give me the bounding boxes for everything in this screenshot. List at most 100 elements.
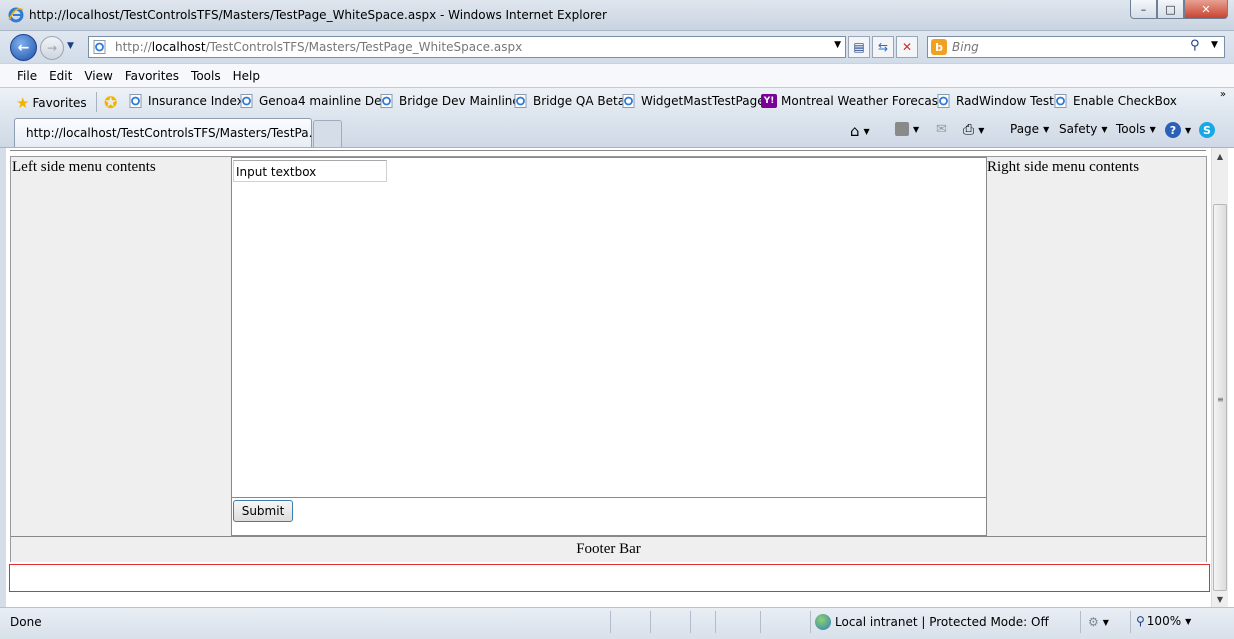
ie-page-icon <box>380 94 393 108</box>
favorite-link-widgetmast[interactable]: WidgetMastTestPage <box>622 94 765 108</box>
status-separator <box>810 611 811 633</box>
forward-arrow-icon: → <box>46 41 58 55</box>
tab-label: http://localhost/TestControlsTFS/Masters… <box>26 126 321 140</box>
skype-button[interactable]: S <box>1199 122 1215 138</box>
favorites-button[interactable]: ★ Favorites <box>16 94 87 112</box>
center-divider <box>232 497 986 498</box>
compatibility-icon: ▤ <box>853 40 865 54</box>
print-button[interactable]: ⎙ ▼ <box>963 122 984 138</box>
stop-button[interactable]: ✕ <box>896 36 918 58</box>
ie-page-icon <box>129 94 142 108</box>
favorite-link-insurance-index[interactable]: Insurance Index <box>129 94 244 108</box>
scrollbar-thumb[interactable]: ≡ <box>1213 204 1227 591</box>
favorite-link-bridge-qa[interactable]: Bridge QA Beta <box>514 94 625 108</box>
status-separator <box>760 611 761 633</box>
favorite-link-montreal-weather[interactable]: Y! Montreal Weather Forecas... <box>761 94 949 108</box>
help-button[interactable]: ? ▼ <box>1165 122 1191 138</box>
scroll-down-icon[interactable]: ▼ <box>1212 591 1228 607</box>
status-separator <box>690 611 691 633</box>
ie-page-icon <box>240 94 253 108</box>
yahoo-icon: Y! <box>761 94 777 108</box>
menu-tools[interactable]: Tools <box>191 69 221 83</box>
window-controls: – □ ✕ <box>1130 0 1228 20</box>
safety-menu-button[interactable]: Safety ▼ <box>1059 122 1108 136</box>
status-separator <box>1080 611 1081 633</box>
tab-current[interactable]: http://localhost/TestControlsTFS/Masters… <box>14 118 320 147</box>
bing-icon: b <box>931 39 947 55</box>
vertical-scrollbar[interactable]: ▲ ≡ ▼ <box>1211 148 1228 607</box>
chevron-down-icon: ▼ <box>1102 617 1109 627</box>
minimize-button[interactable]: – <box>1130 0 1157 19</box>
refresh-button[interactable]: ⇆ <box>872 36 894 58</box>
title-bar: http://localhost/TestControlsTFS/Masters… <box>0 0 1234 31</box>
search-icon[interactable]: ⚲ <box>1190 38 1200 53</box>
maximize-button[interactable]: □ <box>1157 0 1184 19</box>
menu-view[interactable]: View <box>84 69 112 83</box>
protected-mode-button[interactable]: ⚙ ▼ <box>1088 615 1109 629</box>
shield-icon: ⚙ <box>1088 615 1099 629</box>
mail-icon: ✉ <box>936 122 947 137</box>
status-separator <box>610 611 611 633</box>
page-menu-button[interactable]: Page ▼ <box>1010 122 1049 136</box>
footer-bar: Footer Bar <box>11 536 1206 562</box>
favorite-link-radwindow[interactable]: RadWindow Test <box>937 94 1054 108</box>
star-icon: ★ <box>16 94 30 112</box>
content-top-rule <box>10 150 1206 151</box>
favorite-link-enable-checkbox[interactable]: Enable CheckBox <box>1054 94 1177 108</box>
favorite-link-bridge-dev[interactable]: Bridge Dev Mainline <box>380 94 520 108</box>
chevron-down-icon: ▼ <box>913 124 920 134</box>
zoom-icon: ⚲ <box>1136 614 1145 628</box>
chevron-down-icon: ▼ <box>863 126 870 136</box>
tab-bar: http://localhost/TestControlsTFS/Masters… <box>0 115 1234 148</box>
tools-menu-button[interactable]: Tools ▼ <box>1116 122 1156 136</box>
submit-button[interactable]: Submit <box>233 500 293 522</box>
chevron-more-icon[interactable]: » <box>1220 89 1226 100</box>
favorite-link-genoa4[interactable]: Genoa4 mainline Dev <box>240 94 389 108</box>
scroll-up-icon[interactable]: ▲ <box>1212 148 1228 164</box>
menu-bar: File Edit View Favorites Tools Help <box>0 63 1234 87</box>
status-separator <box>1130 611 1131 633</box>
left-side-menu: Left side menu contents <box>11 157 232 536</box>
status-text: Done <box>10 615 42 629</box>
new-tab-button[interactable] <box>313 120 342 147</box>
ie-page-icon <box>514 94 527 108</box>
search-options-dropdown[interactable]: ▼ <box>1211 40 1218 50</box>
ie-page-icon <box>93 40 106 54</box>
menu-file[interactable]: File <box>17 69 37 83</box>
close-button[interactable]: ✕ <box>1184 0 1228 19</box>
forward-button[interactable]: → <box>40 36 64 60</box>
help-icon: ? <box>1165 122 1181 138</box>
chevron-down-icon: ▼ <box>978 125 985 135</box>
grip-icon: ≡ <box>1217 395 1224 404</box>
input-textbox[interactable] <box>233 160 387 182</box>
refresh-icon: ⇆ <box>877 40 889 54</box>
chevron-down-icon: ▼ <box>1149 124 1156 134</box>
back-button[interactable]: ← <box>10 34 37 61</box>
navigation-bar: ← → ▼ http://localhost/TestControlsTFS/M… <box>0 31 1234 63</box>
back-arrow-icon: ← <box>17 39 30 56</box>
rss-feed-icon <box>895 122 909 136</box>
menu-help[interactable]: Help <box>233 69 260 83</box>
status-separator <box>650 611 651 633</box>
menu-edit[interactable]: Edit <box>49 69 72 83</box>
search-input[interactable] <box>952 39 1182 55</box>
favorites-separator <box>96 92 97 112</box>
address-url: http://localhost/TestControlsTFS/Masters… <box>115 40 523 54</box>
feeds-button[interactable]: ▼ <box>895 122 919 136</box>
status-separator <box>715 611 716 633</box>
address-bar[interactable]: http://localhost/TestControlsTFS/Masters… <box>88 36 846 58</box>
skype-icon: S <box>1199 122 1215 138</box>
zoom-control[interactable]: ⚲ 100% ▼ <box>1136 614 1191 628</box>
recent-pages-dropdown[interactable]: ▼ <box>67 41 74 51</box>
chevron-down-icon: ▼ <box>1043 124 1050 134</box>
ie-page-icon <box>1054 94 1067 108</box>
ie-page-icon <box>937 94 950 108</box>
address-dropdown[interactable]: ▼ <box>834 40 841 50</box>
chevron-down-icon: ▼ <box>1185 125 1192 135</box>
add-to-favorites-icon[interactable]: ✪ <box>104 93 117 112</box>
home-button[interactable]: ⌂ ▼ <box>850 122 870 140</box>
security-zone[interactable]: Local intranet | Protected Mode: Off <box>815 614 1049 630</box>
read-mail-button[interactable]: ✉ <box>936 122 947 137</box>
compatibility-view-button[interactable]: ▤ <box>848 36 870 58</box>
menu-favorites[interactable]: Favorites <box>125 69 179 83</box>
